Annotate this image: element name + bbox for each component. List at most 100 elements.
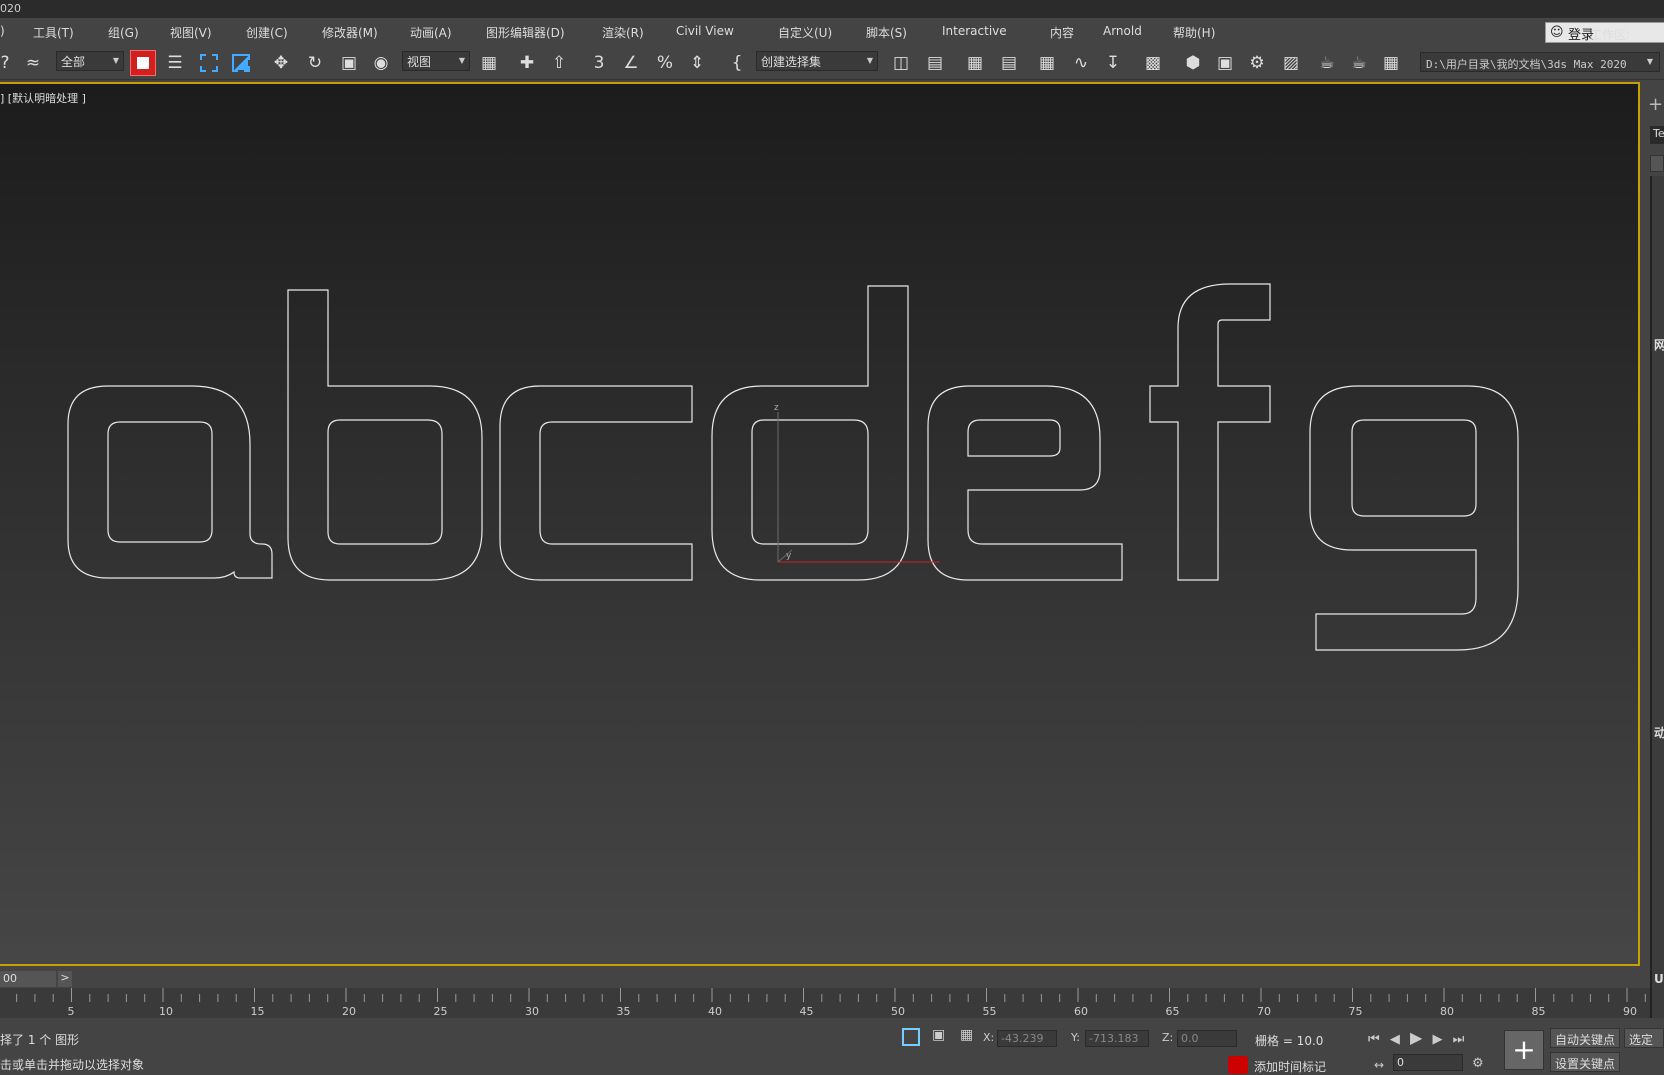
modifier-category: 动画修改器 [1654, 724, 1664, 741]
create-tab-icon[interactable]: + [1648, 94, 1663, 115]
menu-arnold[interactable]: Arnold [1103, 24, 1142, 38]
y-coord-field[interactable]: -713.183 [1085, 1030, 1149, 1047]
next-frame-button[interactable]: > [58, 971, 72, 987]
select-scale-icon[interactable]: ▣ [336, 50, 362, 76]
menu-graph-editors[interactable]: 图形编辑器(D) [486, 24, 565, 41]
curve-editor-icon[interactable]: ∿ [1068, 50, 1094, 76]
modifier-list-input[interactable] [1650, 155, 1664, 172]
menu-view[interactable]: 视图(V) [170, 24, 212, 41]
frame-counter[interactable]: 00 [0, 971, 56, 987]
bind-spacewarp-icon[interactable]: ≈ [20, 50, 46, 76]
activeshade-teapot-icon[interactable]: ☕ [1346, 50, 1372, 76]
track-tick-label: 60 [1074, 1005, 1088, 1018]
ribbon-icon[interactable]: ▦ [1034, 50, 1060, 76]
add-time-tag-icon[interactable] [1228, 1056, 1248, 1074]
object-name-field[interactable]: Text001 [1650, 126, 1664, 144]
x-coord-field[interactable]: -43.239 [997, 1030, 1057, 1047]
schematic-view-icon[interactable]: ↧ [1100, 50, 1126, 76]
selection-filter-dropdown[interactable]: 全部 ▼ [56, 51, 124, 71]
menu-tools[interactable]: 工具(T) [33, 24, 74, 41]
menu-rendering[interactable]: 渲染(R) [602, 24, 644, 41]
letter-a-outline [67, 385, 273, 579]
window-crossing-icon[interactable] [228, 50, 254, 76]
select-move-icon[interactable]: ✥ [268, 50, 294, 76]
select-rotate-icon[interactable]: ↻ [302, 50, 328, 76]
z-coord-field[interactable]: 0.0 [1177, 1030, 1237, 1047]
select-manipulate-icon[interactable]: ✚ [514, 50, 540, 76]
align-icon[interactable]: ▤ [922, 50, 948, 76]
menu-content[interactable]: 内容 [1050, 24, 1074, 41]
title-bar: 020 [0, 0, 1664, 18]
menu-create[interactable]: 创建(C) [246, 24, 288, 41]
edit-named-selection-icon[interactable]: { [724, 50, 750, 76]
workspace-label[interactable]: 工作区: [1590, 26, 1664, 43]
viewport-shading-label[interactable]: ] [默认明暗处理 ] [0, 90, 86, 106]
add-time-tag-label[interactable]: 添加时间标记 [1254, 1058, 1326, 1075]
track-tick-label: 40 [708, 1005, 722, 1018]
render-teapot-icon[interactable]: ☕ [1314, 50, 1340, 76]
render-iterative-icon[interactable]: ▨ [1278, 50, 1304, 76]
pivot-center-icon[interactable]: ▦ [476, 50, 502, 76]
keyboard-shortcut-icon[interactable]: ⇧ [546, 50, 572, 76]
track-tick-label: 20 [342, 1005, 356, 1018]
scene-explorer-icon[interactable]: ▦ [962, 50, 988, 76]
modifier-category: UV 坐标修改 [1654, 972, 1664, 986]
set-key-button[interactable]: 设置关键点 [1550, 1052, 1621, 1072]
ref-coord-value: 视图 [407, 55, 432, 69]
select-by-name-icon[interactable]: ☰ [162, 50, 188, 76]
isolate-selection-icon[interactable] [902, 1028, 920, 1046]
absolute-mode-icon[interactable]: ▦ [960, 1027, 973, 1043]
time-config-icon[interactable]: ⚙ [1472, 1056, 1484, 1071]
track-bar[interactable] [0, 988, 1650, 1018]
layout-grid-icon[interactable]: ▦ [1378, 50, 1404, 76]
material-editor-icon[interactable]: ▩ [1140, 50, 1166, 76]
menu-group[interactable]: 组(G) [108, 24, 139, 41]
key-filter-selected[interactable]: 选定 [1624, 1028, 1664, 1048]
perspective-viewport[interactable]: z y [0, 82, 1640, 966]
modifier-list[interactable]: 曲面删除面删除样车削规格化圆角/修剪/可渲染扫描网格编辑删除网编辑网编辑多挤出面… [1650, 176, 1664, 1040]
track-tick-label: 55 [982, 1005, 997, 1018]
rendered-frame-icon[interactable]: ▣ [1212, 50, 1238, 76]
auto-key-button[interactable]: 自动关键点 [1550, 1028, 1621, 1048]
render-production-icon[interactable]: ⚙ [1244, 50, 1270, 76]
menu-interactive[interactable]: Interactive [942, 24, 1007, 38]
time-slider[interactable] [0, 968, 1640, 988]
named-selection-value: 创建选择集 [761, 55, 822, 69]
select-object-icon[interactable] [130, 50, 156, 76]
key-mode-icon[interactable]: ↔ [1374, 1058, 1384, 1072]
set-key-big-button[interactable]: + [1504, 1030, 1544, 1070]
gizmo-y-label: y [786, 551, 792, 561]
render-setup-icon[interactable]: ⬢ [1180, 50, 1206, 76]
letter-a-counter [107, 421, 213, 543]
project-path-dropdown[interactable]: D:\用户目录\我的文档\3ds Max 2020 ▼ [1420, 52, 1660, 72]
placement-icon[interactable]: ◉ [368, 50, 394, 76]
menu-animation[interactable]: 动画(A) [410, 24, 452, 41]
menu-modifiers[interactable]: 修改器(M) [322, 24, 378, 41]
ref-coord-dropdown[interactable]: 视图 ▼ [402, 51, 470, 71]
menu-civil-view[interactable]: Civil View [676, 24, 734, 38]
named-selection-dropdown[interactable]: 创建选择集 ▼ [756, 51, 878, 71]
menu-bar: ) 工具(T) 组(G) 视图(V) 创建(C) 修改器(M) 动画(A) 图形… [0, 18, 1664, 44]
percent-snap-icon[interactable]: % [652, 50, 678, 76]
selection-filter-value: 全部 [61, 55, 86, 69]
current-frame-field[interactable]: 0 [1393, 1054, 1463, 1071]
lock-icon[interactable]: ▣ [932, 1027, 945, 1043]
help-icon[interactable]: ? [0, 50, 18, 76]
play-icon[interactable]: ▶ [1410, 1028, 1422, 1047]
mirror-icon[interactable]: ◫ [888, 50, 914, 76]
text-spline-shape[interactable]: z y [0, 84, 1640, 968]
layer-explorer-icon[interactable]: ▤ [996, 50, 1022, 76]
letter-b-counter [327, 419, 443, 545]
menu-scripting[interactable]: 脚本(S) [866, 24, 907, 41]
angle-snap-icon[interactable]: ∠ [618, 50, 644, 76]
menu-help[interactable]: 帮助(H) [1173, 24, 1215, 41]
spinner-snap-icon[interactable]: ⇕ [684, 50, 710, 76]
track-tick-label: 30 [525, 1005, 539, 1018]
gizmo-z-label: z [774, 403, 779, 413]
letter-c-outline [499, 385, 693, 581]
menu-customize[interactable]: 自定义(U) [778, 24, 832, 41]
track-tick-label: 85 [1531, 1005, 1546, 1018]
track-tick-label: 70 [1257, 1005, 1271, 1018]
snaps-toggle-icon[interactable]: 3 [586, 50, 612, 76]
rect-selection-icon[interactable] [196, 50, 222, 76]
